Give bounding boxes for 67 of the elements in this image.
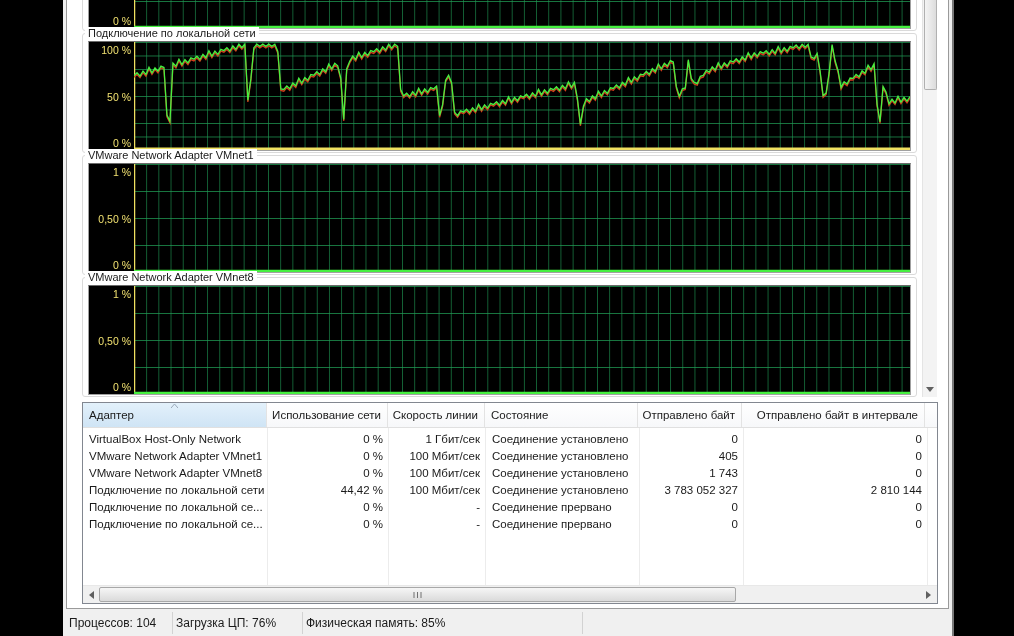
axis-tick-label: 0,50 % [98, 212, 131, 225]
table-cell-text: 2 810 144 [869, 483, 923, 496]
table-cell-text: Подключение по локальной сети [88, 483, 266, 496]
column-header[interactable]: Адаптер [83, 403, 267, 427]
table-cell-text: Подключение по локальной се... [88, 500, 264, 513]
table-cell-text: 1 743 [708, 466, 739, 479]
table-cell-text: VirtualBox Host-Only Network [88, 432, 242, 445]
axis-tick-label: 1 % [112, 166, 131, 178]
column-header[interactable]: Использование сети [266, 403, 388, 427]
table-cell-text: 0 % [362, 432, 384, 445]
table-cell-text: 0 [914, 449, 923, 462]
axis-tick-label: 0 % [112, 259, 131, 271]
graph-title: Подключение по локальной сети [85, 27, 259, 40]
table-cell-text: VMware Network Adapter VMnet8 [88, 466, 264, 479]
table-cell-text: 3 783 052 327 [663, 483, 739, 496]
sort-caret-icon [171, 404, 178, 408]
column-header[interactable]: Состояние [484, 403, 639, 427]
graph-title: VMware Network Adapter VMnet8 [85, 271, 257, 284]
axis-tick-label: 0 % [112, 137, 131, 149]
table-cell-text: Соединение установлено [491, 483, 630, 496]
horizontal-scrollbar[interactable] [83, 585, 937, 603]
table-cell-text: 0 [730, 432, 739, 445]
status-text: Процессов: 104 [66, 611, 173, 634]
scrollbar-thumb[interactable] [923, 0, 937, 90]
table-cell-text: 0 [914, 500, 923, 513]
table-cell-text: 44,42 % [339, 483, 384, 496]
table-cell-text: 405 [717, 449, 739, 462]
table-cell-text: 0 [730, 500, 739, 513]
table-cell-text: VMware Network Adapter VMnet1 [88, 449, 264, 462]
table-cell-text: 0 [730, 517, 739, 530]
table-cell-text: 100 Мбит/сек [408, 466, 481, 479]
table-cell-text: 100 Мбит/сек [408, 449, 481, 462]
column-header[interactable]: Скорость линии [387, 403, 485, 427]
scroll-left-icon[interactable] [89, 590, 94, 599]
axis-tick-label: 100 % [101, 44, 131, 56]
table-cell-text: Соединение установлено [491, 432, 630, 445]
table-cell-text: 100 Мбит/сек [408, 483, 481, 496]
axis-tick-label: 0,50 % [98, 334, 131, 347]
vertical-scrollbar[interactable] [922, 0, 937, 397]
table-cell-text: Соединение прервано [491, 500, 613, 513]
table-cell-text: Соединение прервано [491, 517, 613, 530]
graph-title: VMware Network Adapter VMnet1 [85, 149, 257, 162]
table-cell-text: 0 % [362, 517, 384, 530]
table-cell-text: 0 % [362, 500, 384, 513]
status-text: Загрузка ЦП: 76% [173, 611, 303, 634]
column-header[interactable]: Отправлено байт в интервале [742, 403, 925, 427]
table-cell-text: 0 % [362, 466, 384, 479]
table-cell-text: 0 [914, 517, 923, 530]
axis-tick-label: 50 % [107, 90, 131, 103]
table-cell-text: 0 [914, 432, 923, 445]
grip-icon [413, 591, 422, 598]
table-cell-text: - [475, 517, 481, 530]
table-cell-text: 0 % [362, 449, 384, 462]
scrollbar-thumb[interactable] [99, 587, 736, 602]
axis-tick-label: 1 % [112, 288, 131, 300]
table-cell-text: Соединение установлено [491, 466, 630, 479]
table-cell-text: Подключение по локальной се... [88, 517, 264, 530]
column-header[interactable]: Отправлено байт [638, 403, 743, 427]
axis-tick-label: 0 % [112, 15, 131, 27]
scroll-down-icon[interactable] [926, 387, 934, 392]
table-cell-text: 1 Гбит/сек [424, 432, 481, 445]
axis-tick-label: 0 % [112, 381, 131, 393]
table-cell-text: - [475, 500, 481, 513]
scroll-right-icon[interactable] [926, 590, 931, 599]
table-cell-text: 0 [914, 466, 923, 479]
table-cell-text: Соединение установлено [491, 449, 630, 462]
status-text: Физическая память: 85% [303, 611, 583, 634]
